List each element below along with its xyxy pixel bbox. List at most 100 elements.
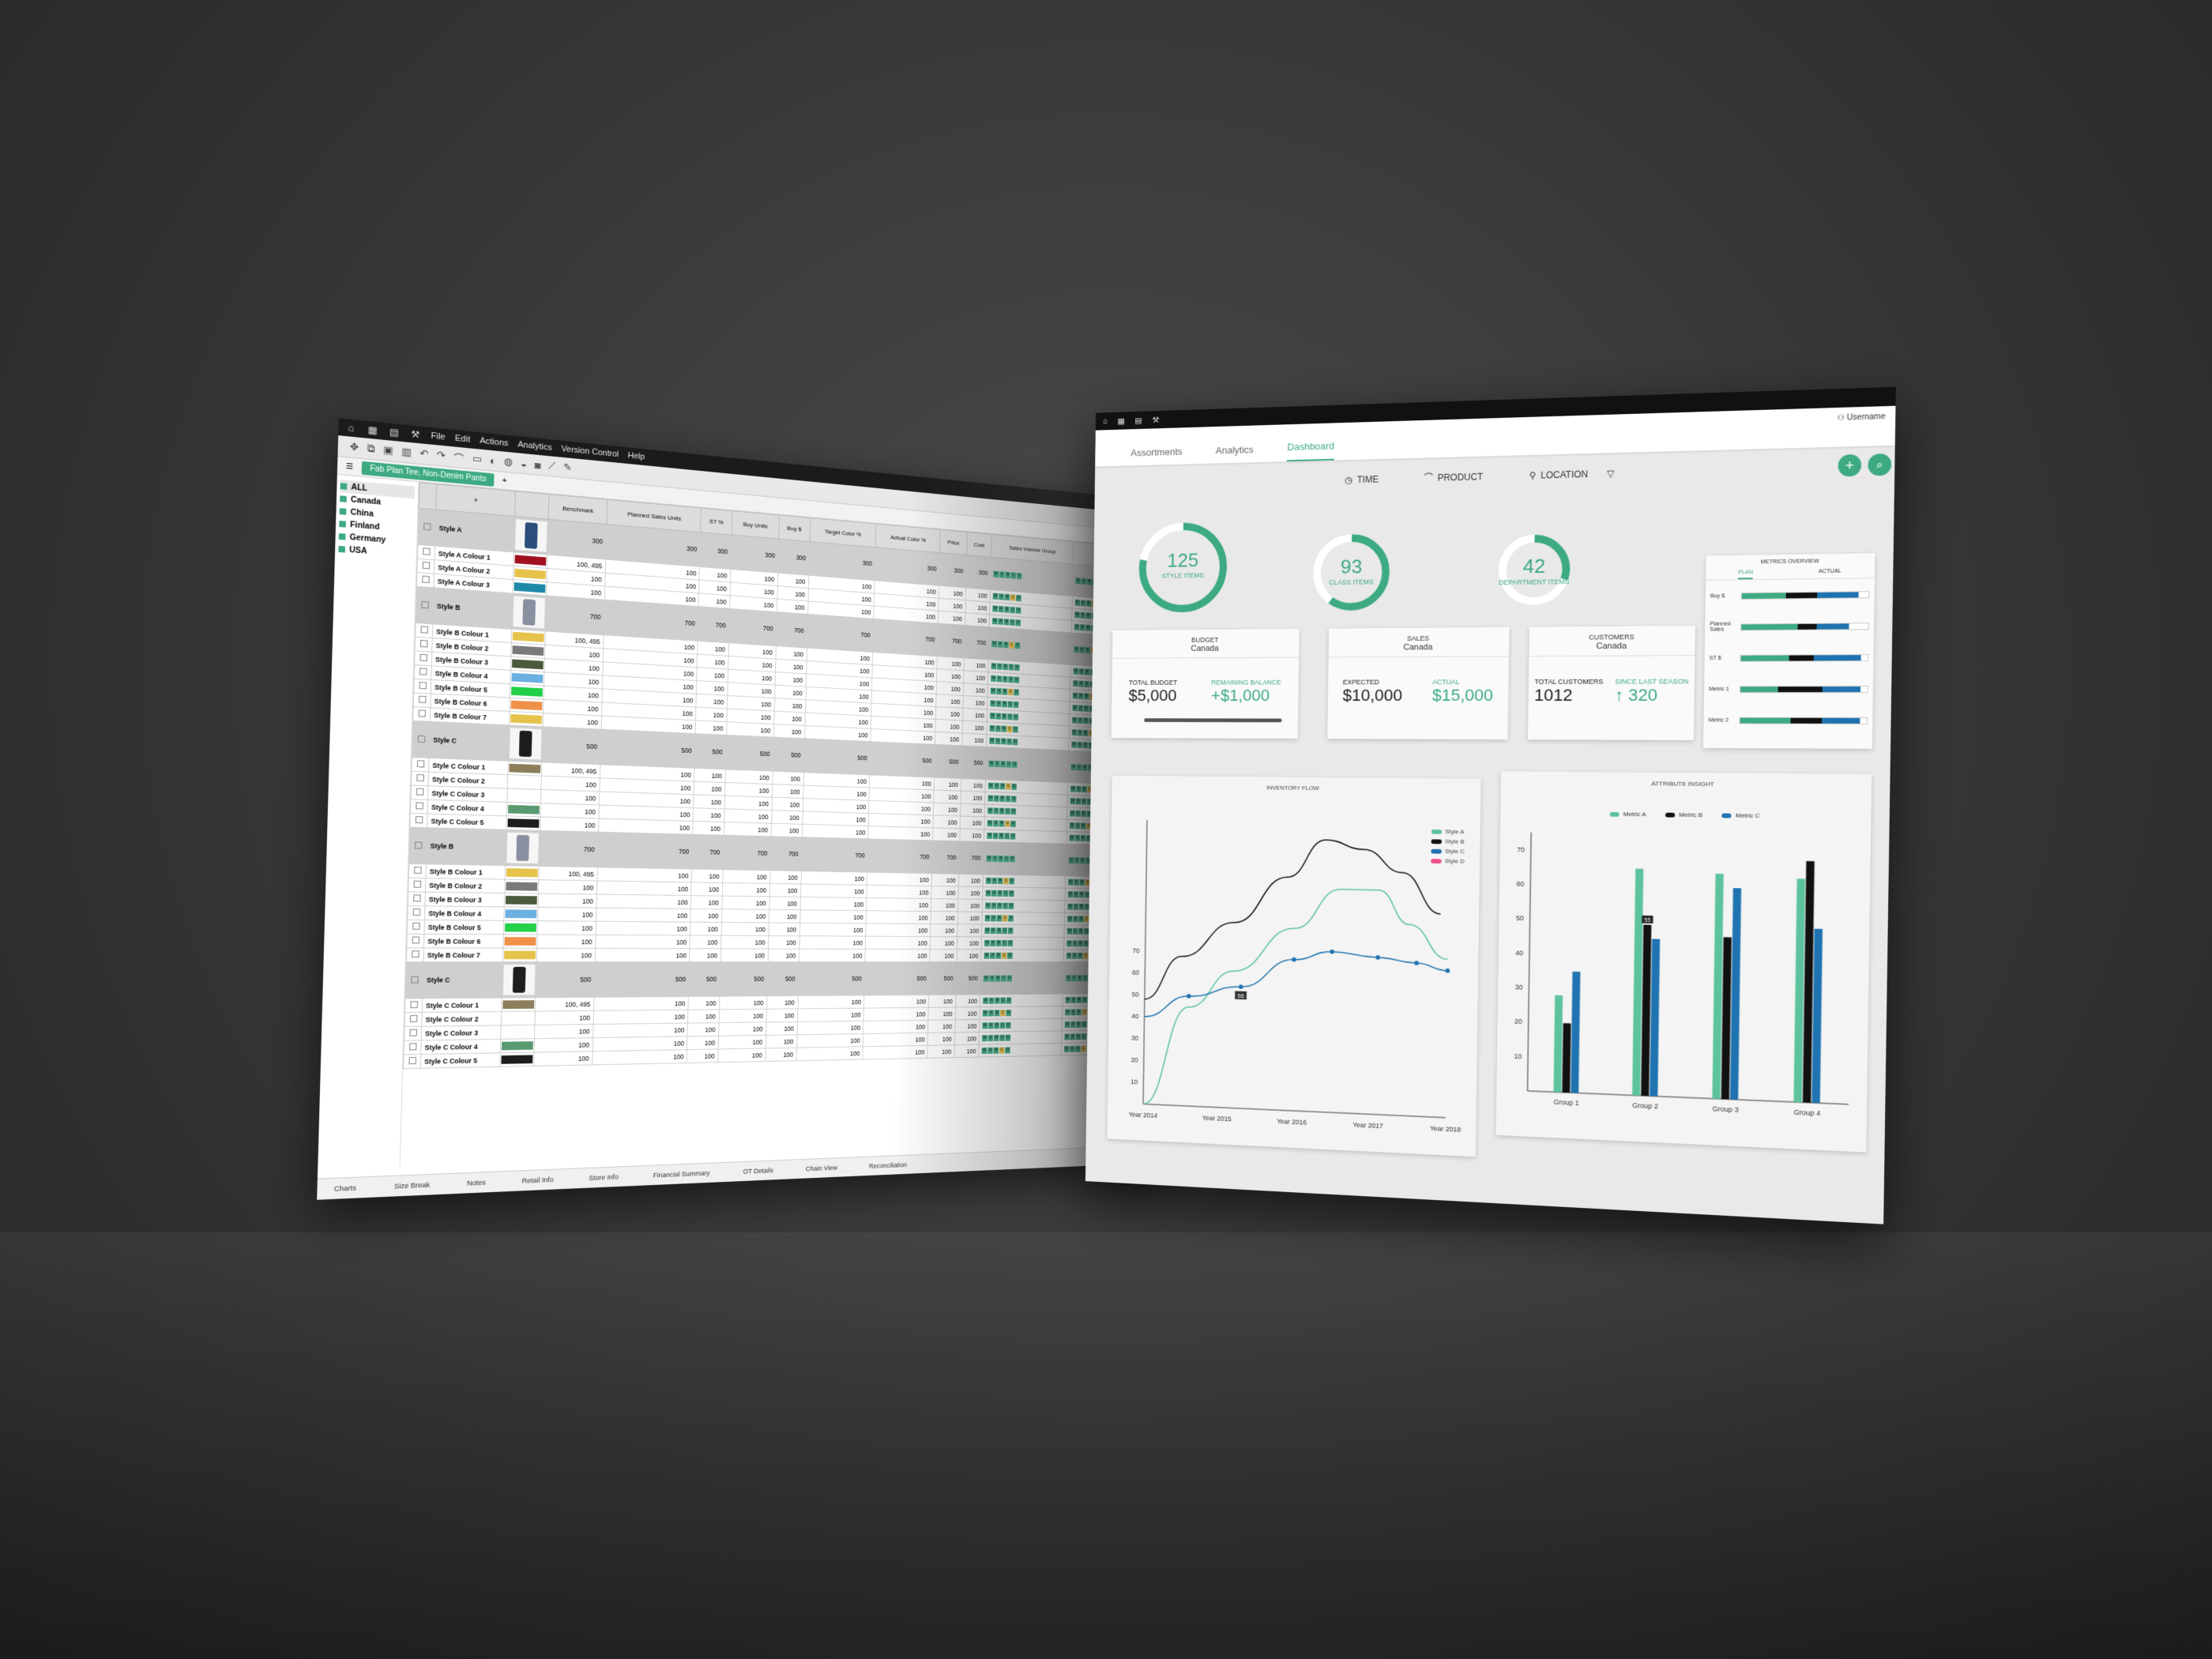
grid-cell[interactable]: 100 xyxy=(932,827,960,841)
tag-d[interactable]: D xyxy=(1006,997,1012,1004)
grid-cell[interactable]: 100 xyxy=(935,706,963,721)
tag-a[interactable]: A xyxy=(1075,798,1082,805)
tag-w[interactable]: W xyxy=(1071,717,1078,724)
grid-cell[interactable]: 100 xyxy=(721,908,769,923)
grid-cell[interactable]: 100 xyxy=(797,1008,864,1022)
grid-cell[interactable]: 100 xyxy=(536,948,596,962)
grid-icon[interactable]: ▦ xyxy=(1117,416,1125,425)
tag-b[interactable]: B xyxy=(1078,927,1084,935)
grid-cell[interactable]: 100 xyxy=(766,995,798,1010)
tag-b[interactable]: B xyxy=(1079,856,1085,863)
row-checkbox[interactable] xyxy=(420,600,429,608)
tag-b[interactable]: B xyxy=(1001,738,1006,745)
grid-cell[interactable]: 100 xyxy=(954,1019,980,1033)
tag-w[interactable]: W xyxy=(1075,577,1081,584)
tag-d[interactable]: D xyxy=(1013,726,1018,733)
tag-a[interactable]: A xyxy=(1071,952,1078,959)
tag-b[interactable]: B xyxy=(1001,725,1007,732)
grid-cell[interactable]: 100 xyxy=(695,707,728,722)
grid-cell[interactable]: 100 xyxy=(796,1046,863,1061)
grid-cell[interactable]: 100 xyxy=(797,995,865,1009)
delete-icon[interactable]: ▥ xyxy=(401,446,412,459)
grid-cell[interactable]: 700 xyxy=(931,840,960,875)
bar-metric-b[interactable] xyxy=(1721,937,1732,1100)
row-checkbox[interactable] xyxy=(409,1014,417,1022)
grid-cell[interactable]: 300 xyxy=(777,539,810,576)
tag-b[interactable]: B xyxy=(1005,571,1010,578)
tag-b[interactable]: B xyxy=(1085,600,1092,607)
tag-w[interactable]: W xyxy=(1066,916,1073,923)
bag-icon[interactable]: ◍ xyxy=(504,455,514,468)
tag-d[interactable]: D xyxy=(1006,1010,1012,1017)
menu-item-edit[interactable]: Edit xyxy=(455,434,471,445)
grid-cell[interactable]: 100 xyxy=(769,870,802,884)
tag-b[interactable]: B xyxy=(1082,729,1089,736)
row-checkbox[interactable] xyxy=(408,1043,416,1051)
tag-w[interactable]: W xyxy=(1065,996,1070,1003)
grid-cell[interactable]: 100 xyxy=(765,1048,797,1062)
grid-cell[interactable]: 100 xyxy=(863,1045,928,1060)
tag-b[interactable]: B xyxy=(1078,891,1085,898)
series-point[interactable] xyxy=(1330,949,1334,954)
tag-a[interactable]: A xyxy=(1074,878,1079,886)
tag-d[interactable]: D xyxy=(1009,890,1014,897)
tag-a[interactable]: A xyxy=(995,700,1002,707)
tag-a[interactable]: A xyxy=(991,877,998,884)
grid-cell[interactable]: 500 xyxy=(955,961,981,995)
tag-a[interactable]: A xyxy=(998,618,1004,625)
tag-c[interactable]: C xyxy=(1006,725,1013,733)
tag-a[interactable]: A xyxy=(990,952,995,959)
tag-c[interactable]: C xyxy=(1081,1021,1087,1028)
tag-w[interactable]: W xyxy=(1072,705,1078,712)
tag-group-cell[interactable]: WABCD xyxy=(978,1043,1062,1058)
bar-metric-b[interactable] xyxy=(1641,924,1652,1097)
tab-analytics[interactable]: Analytics xyxy=(1216,444,1254,464)
menu-item-version-control[interactable]: Version Control xyxy=(561,444,619,459)
tag-a[interactable]: A xyxy=(1069,1045,1075,1052)
tag-b[interactable]: B xyxy=(1003,641,1009,648)
tag-a[interactable]: A xyxy=(1079,624,1085,631)
grid-cell[interactable]: 300 xyxy=(547,519,607,560)
tag-b[interactable]: B xyxy=(1080,835,1086,841)
menu-item-actions[interactable]: Actions xyxy=(480,436,508,448)
grid-cell[interactable]: 100 xyxy=(720,922,769,936)
tag-b[interactable]: B xyxy=(995,997,1000,1004)
tag-w[interactable]: W xyxy=(992,618,998,625)
grid-cell[interactable]: 100 xyxy=(961,733,987,747)
grid-cell[interactable]: 100 xyxy=(534,1037,593,1053)
tag-a[interactable]: A xyxy=(1070,1009,1076,1016)
tag-b[interactable]: B xyxy=(993,1047,999,1054)
tag-d[interactable]: D xyxy=(1010,820,1016,827)
tag-d[interactable]: D xyxy=(1016,572,1022,579)
tag-group-cell[interactable]: WABCD xyxy=(980,994,1063,1007)
grid-cell[interactable]: 100 xyxy=(769,896,801,910)
tag-b[interactable]: B xyxy=(998,855,1004,862)
bar-metric-c[interactable] xyxy=(1571,971,1581,1093)
tag-a[interactable]: A xyxy=(1079,646,1085,653)
grid-cell[interactable]: 700 xyxy=(691,834,724,870)
tag-w[interactable]: W xyxy=(984,915,991,922)
tag-a[interactable]: A xyxy=(988,1010,995,1017)
tag-a[interactable]: A xyxy=(1081,577,1086,585)
grid-cell[interactable]: 100 xyxy=(863,1033,928,1047)
country-checkbox[interactable] xyxy=(340,483,348,490)
row-checkbox[interactable] xyxy=(409,1001,418,1009)
grid-cell[interactable]: 100 xyxy=(934,777,961,792)
tag-d[interactable]: D xyxy=(1007,952,1013,959)
grid-cell[interactable]: 100 xyxy=(719,995,767,1010)
grid-cell[interactable]: 100 xyxy=(774,685,806,700)
grid-cell[interactable]: 100 xyxy=(933,814,961,829)
grid-cell[interactable]: 100 xyxy=(687,1009,720,1024)
grid-cell[interactable]: 100, 495 xyxy=(535,997,594,1012)
grid-cell[interactable]: 700 xyxy=(964,625,990,660)
tag-a[interactable]: A xyxy=(1074,856,1080,863)
tag-c[interactable]: C xyxy=(1006,761,1012,768)
tag-d[interactable]: D xyxy=(1007,940,1014,946)
series-point[interactable] xyxy=(1414,961,1419,965)
tag-a[interactable]: A xyxy=(995,725,1001,732)
tag-c[interactable]: C xyxy=(1008,676,1014,683)
tag-b[interactable]: B xyxy=(995,975,1001,982)
grid-cell[interactable]: 100 xyxy=(931,873,959,887)
ruler-icon[interactable]: ⟋ xyxy=(548,460,555,472)
tag-b[interactable]: B xyxy=(999,820,1005,827)
